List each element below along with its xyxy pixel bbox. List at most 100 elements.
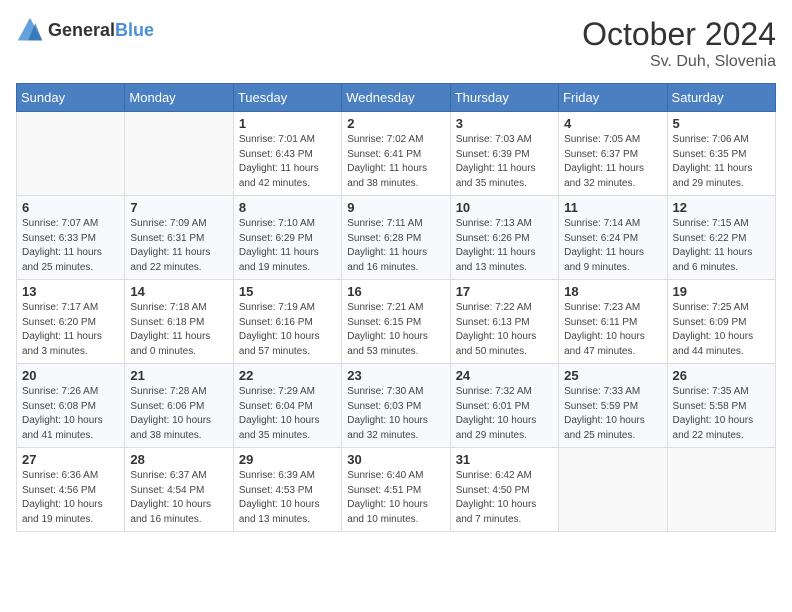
calendar-cell: 21 Sunrise: 7:28 AM Sunset: 6:06 PM Dayli… xyxy=(125,364,233,448)
calendar-cell: 3Sunrise: 7:03 AM Sunset: 6:39 PM Daylig… xyxy=(450,112,558,196)
day-number: 11 xyxy=(564,200,661,215)
calendar-cell: 19Sunrise: 7:25 AM Sunset: 6:09 PM Dayli… xyxy=(667,280,775,364)
week-row-4: 20Sunrise: 7:26 AM Sunset: 6:08 PM Dayli… xyxy=(17,364,776,448)
calendar-cell: 28 Sunrise: 6:37 AM Sunset: 4:54 PM Dayli… xyxy=(125,448,233,532)
day-number: 9 xyxy=(347,200,444,215)
day-info: Sunrise: 7:03 AM Sunset: 6:39 PM Dayligh… xyxy=(456,133,553,191)
day-info: Sunrise: 7:18 AM Sunset: 6:18 PM Dayligh… xyxy=(130,301,227,359)
day-info: Sunrise: 7:26 AM Sunset: 6:08 PM Dayligh… xyxy=(22,385,119,443)
day-info: Sunrise: 7:22 AM Sunset: 6:13 PM Dayligh… xyxy=(456,301,553,359)
weekday-header-friday: Friday xyxy=(559,84,667,112)
day-number: 2 xyxy=(347,116,444,131)
day-number: 6 xyxy=(22,200,119,215)
day-number: 1 xyxy=(239,116,336,131)
calendar-cell: 25Sunrise: 7:33 AM Sunset: 5:59 PM Dayli… xyxy=(559,364,667,448)
calendar-cell: 20Sunrise: 7:26 AM Sunset: 6:08 PM Dayli… xyxy=(17,364,125,448)
day-info: Sunrise: 7:28 AM Sunset: 6:06 PM Dayligh… xyxy=(130,385,227,443)
calendar-cell: 29 Sunrise: 6:39 AM Sunset: 4:53 PM Dayli… xyxy=(233,448,341,532)
logo-text: GeneralBlue xyxy=(48,20,154,41)
day-number: 21 xyxy=(130,368,227,383)
day-info: Sunrise: 7:33 AM Sunset: 5:59 PM Dayligh… xyxy=(564,385,661,443)
day-info: Sunrise: 7:32 AM Sunset: 6:01 PM Dayligh… xyxy=(456,385,553,443)
page-header: GeneralBlue October 2024 Sv. Duh, Sloven… xyxy=(16,16,776,71)
day-info: Sunrise: 6:42 AM Sunset: 4:50 PM Dayligh… xyxy=(456,469,553,527)
calendar-cell: 24 Sunrise: 7:32 AM Sunset: 6:01 PM Dayli… xyxy=(450,364,558,448)
weekday-header-monday: Monday xyxy=(125,84,233,112)
calendar-cell: 13 Sunrise: 7:17 AM Sunset: 6:20 PM Dayli… xyxy=(17,280,125,364)
calendar-cell: 16 Sunrise: 7:21 AM Sunset: 6:15 PM Dayli… xyxy=(342,280,450,364)
day-number: 4 xyxy=(564,116,661,131)
calendar-cell: 15Sunrise: 7:19 AM Sunset: 6:16 PM Dayli… xyxy=(233,280,341,364)
day-info: Sunrise: 6:36 AM Sunset: 4:56 PM Dayligh… xyxy=(22,469,119,527)
calendar-cell: 2 Sunrise: 7:02 AM Sunset: 6:41 PM Daylig… xyxy=(342,112,450,196)
day-info: Sunrise: 7:19 AM Sunset: 6:16 PM Dayligh… xyxy=(239,301,336,359)
calendar-cell: 5 Sunrise: 7:06 AM Sunset: 6:35 PM Daylig… xyxy=(667,112,775,196)
day-number: 31 xyxy=(456,452,553,467)
day-info: Sunrise: 7:21 AM Sunset: 6:15 PM Dayligh… xyxy=(347,301,444,359)
weekday-header-saturday: Saturday xyxy=(667,84,775,112)
day-number: 5 xyxy=(673,116,770,131)
title-area: October 2024 Sv. Duh, Slovenia xyxy=(582,16,776,71)
day-number: 8 xyxy=(239,200,336,215)
calendar-cell: 18Sunrise: 7:23 AM Sunset: 6:11 PM Dayli… xyxy=(559,280,667,364)
calendar-cell: 17 Sunrise: 7:22 AM Sunset: 6:13 PM Dayli… xyxy=(450,280,558,364)
week-row-2: 6 Sunrise: 7:07 AM Sunset: 6:33 PM Daylig… xyxy=(17,196,776,280)
day-info: Sunrise: 7:17 AM Sunset: 6:20 PM Dayligh… xyxy=(22,301,119,359)
day-info: Sunrise: 7:35 AM Sunset: 5:58 PM Dayligh… xyxy=(673,385,770,443)
day-info: Sunrise: 6:37 AM Sunset: 4:54 PM Dayligh… xyxy=(130,469,227,527)
month-title: October 2024 xyxy=(582,16,776,53)
calendar-cell: 10 Sunrise: 7:13 AM Sunset: 6:26 PM Dayli… xyxy=(450,196,558,280)
calendar-cell: 1 Sunrise: 7:01 AM Sunset: 6:43 PM Daylig… xyxy=(233,112,341,196)
day-number: 26 xyxy=(673,368,770,383)
day-info: Sunrise: 7:02 AM Sunset: 6:41 PM Dayligh… xyxy=(347,133,444,191)
day-number: 27 xyxy=(22,452,119,467)
day-info: Sunrise: 7:13 AM Sunset: 6:26 PM Dayligh… xyxy=(456,217,553,275)
calendar-cell: 27 Sunrise: 6:36 AM Sunset: 4:56 PM Dayli… xyxy=(17,448,125,532)
calendar-cell: 6 Sunrise: 7:07 AM Sunset: 6:33 PM Daylig… xyxy=(17,196,125,280)
calendar-cell: 23Sunrise: 7:30 AM Sunset: 6:03 PM Dayli… xyxy=(342,364,450,448)
day-number: 12 xyxy=(673,200,770,215)
day-info: Sunrise: 7:14 AM Sunset: 6:24 PM Dayligh… xyxy=(564,217,661,275)
day-info: Sunrise: 7:15 AM Sunset: 6:22 PM Dayligh… xyxy=(673,217,770,275)
logo-blue: Blue xyxy=(115,20,154,40)
calendar-cell xyxy=(667,448,775,532)
weekday-header-tuesday: Tuesday xyxy=(233,84,341,112)
weekday-header-sunday: Sunday xyxy=(17,84,125,112)
logo: GeneralBlue xyxy=(16,16,154,44)
weekday-header-thursday: Thursday xyxy=(450,84,558,112)
day-info: Sunrise: 6:39 AM Sunset: 4:53 PM Dayligh… xyxy=(239,469,336,527)
calendar-cell: 31 Sunrise: 6:42 AM Sunset: 4:50 PM Dayli… xyxy=(450,448,558,532)
day-number: 29 xyxy=(239,452,336,467)
logo-icon xyxy=(16,16,44,44)
day-info: Sunrise: 7:09 AM Sunset: 6:31 PM Dayligh… xyxy=(130,217,227,275)
location-title: Sv. Duh, Slovenia xyxy=(582,53,776,71)
calendar-cell: 11 Sunrise: 7:14 AM Sunset: 6:24 PM Dayli… xyxy=(559,196,667,280)
day-info: Sunrise: 7:25 AM Sunset: 6:09 PM Dayligh… xyxy=(673,301,770,359)
weekday-header-row: SundayMondayTuesdayWednesdayThursdayFrid… xyxy=(17,84,776,112)
day-info: Sunrise: 7:23 AM Sunset: 6:11 PM Dayligh… xyxy=(564,301,661,359)
day-number: 14 xyxy=(130,284,227,299)
day-info: Sunrise: 6:40 AM Sunset: 4:51 PM Dayligh… xyxy=(347,469,444,527)
day-number: 22 xyxy=(239,368,336,383)
calendar-cell: 7Sunrise: 7:09 AM Sunset: 6:31 PM Daylig… xyxy=(125,196,233,280)
week-row-5: 27 Sunrise: 6:36 AM Sunset: 4:56 PM Dayli… xyxy=(17,448,776,532)
day-number: 10 xyxy=(456,200,553,215)
day-number: 13 xyxy=(22,284,119,299)
day-info: Sunrise: 7:29 AM Sunset: 6:04 PM Dayligh… xyxy=(239,385,336,443)
day-info: Sunrise: 7:07 AM Sunset: 6:33 PM Dayligh… xyxy=(22,217,119,275)
calendar-cell: 9Sunrise: 7:11 AM Sunset: 6:28 PM Daylig… xyxy=(342,196,450,280)
calendar-cell xyxy=(125,112,233,196)
calendar-cell: 26 Sunrise: 7:35 AM Sunset: 5:58 PM Dayli… xyxy=(667,364,775,448)
day-number: 28 xyxy=(130,452,227,467)
day-info: Sunrise: 7:30 AM Sunset: 6:03 PM Dayligh… xyxy=(347,385,444,443)
day-number: 24 xyxy=(456,368,553,383)
calendar-cell: 12 Sunrise: 7:15 AM Sunset: 6:22 PM Dayli… xyxy=(667,196,775,280)
day-info: Sunrise: 7:01 AM Sunset: 6:43 PM Dayligh… xyxy=(239,133,336,191)
day-info: Sunrise: 7:06 AM Sunset: 6:35 PM Dayligh… xyxy=(673,133,770,191)
day-number: 16 xyxy=(347,284,444,299)
day-number: 17 xyxy=(456,284,553,299)
calendar-cell: 4Sunrise: 7:05 AM Sunset: 6:37 PM Daylig… xyxy=(559,112,667,196)
calendar-cell: 8Sunrise: 7:10 AM Sunset: 6:29 PM Daylig… xyxy=(233,196,341,280)
calendar-cell xyxy=(17,112,125,196)
calendar-cell xyxy=(559,448,667,532)
